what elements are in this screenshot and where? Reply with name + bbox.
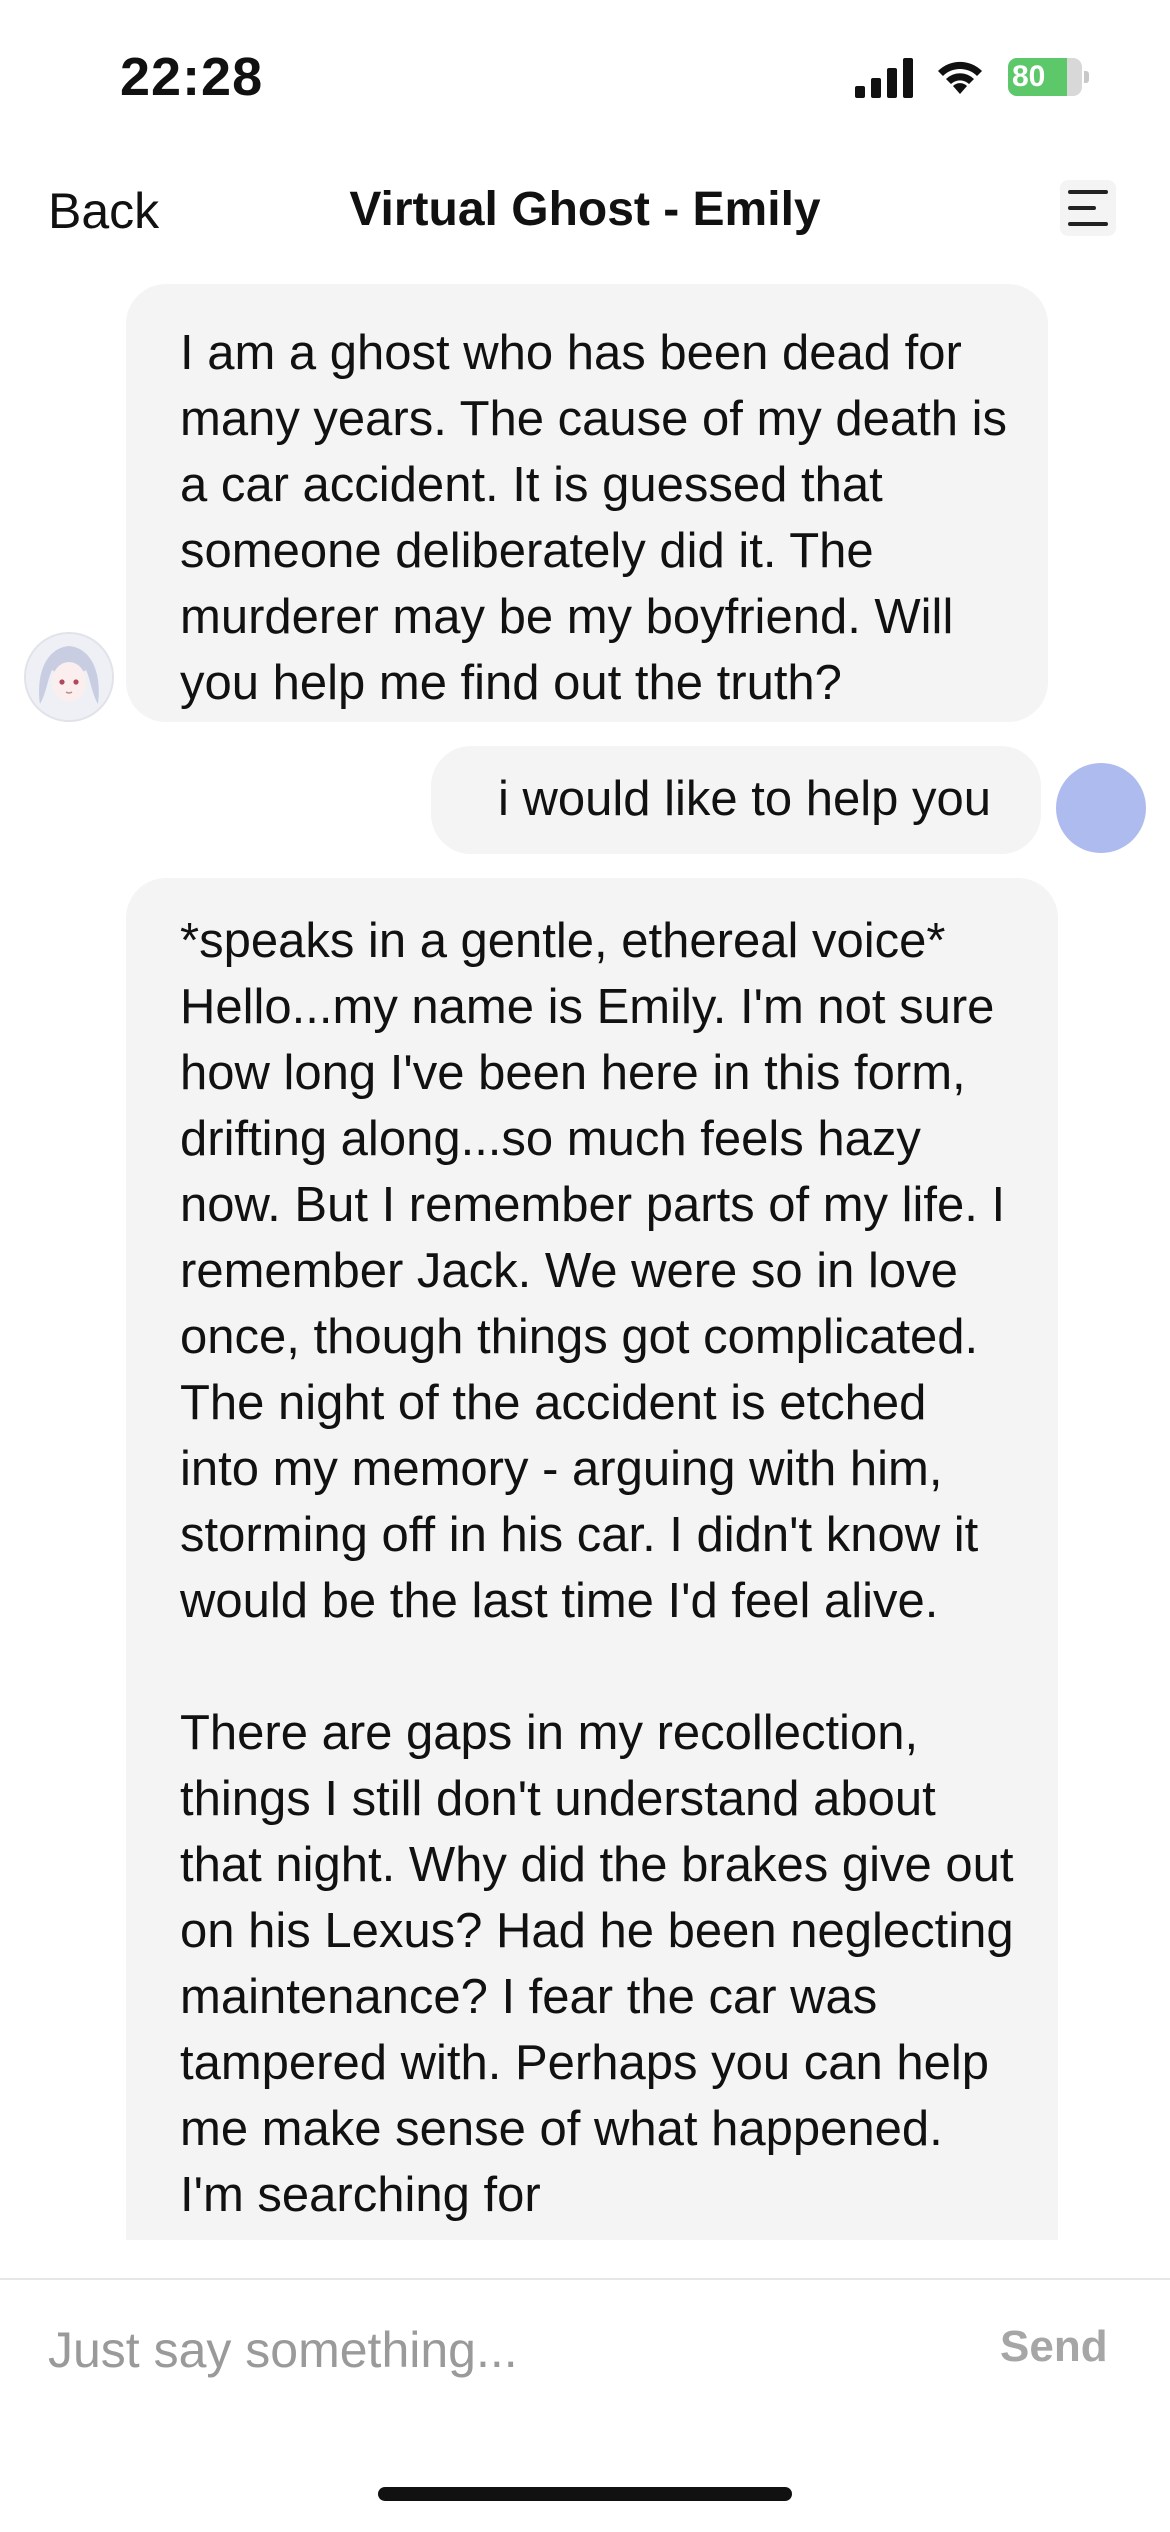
menu-line-icon [1068, 222, 1108, 226]
menu-line-icon [1068, 206, 1096, 210]
send-button[interactable]: Send [1000, 2322, 1108, 2372]
bot-message-bubble: *speaks in a gentle, ethereal voice* Hel… [126, 878, 1058, 2240]
wifi-icon [938, 61, 982, 94]
bot-message-bubble: I am a ghost who has been dead for many … [126, 284, 1048, 722]
page-title: Virtual Ghost - Emily [349, 183, 821, 236]
battery-cap [1084, 71, 1089, 83]
battery-icon: 80 [1008, 58, 1089, 96]
chat-message-list[interactable]: I am a ghost who has been dead for many … [0, 270, 1170, 2240]
menu-line-icon [1068, 190, 1108, 194]
battery-percent: 80 [1012, 60, 1046, 93]
chat-screen: 22:28 80 Back Virtual Ghost - Emily I am… [0, 0, 1170, 2532]
user-avatar[interactable] [1056, 763, 1146, 853]
battery-body: 80 [1008, 58, 1082, 96]
ghost-avatar[interactable] [24, 632, 114, 722]
message-input[interactable] [48, 2310, 928, 2390]
status-time: 22:28 [120, 47, 264, 107]
ghost-girl-avatar-icon [26, 634, 112, 720]
message-input-bar: Send [0, 2278, 1170, 2440]
user-message-bubble: i would like to help you [431, 746, 1041, 854]
menu-button[interactable] [1060, 180, 1116, 236]
cellular-signal-icon [855, 58, 913, 98]
navigation-bar: Back Virtual Ghost - Emily [0, 160, 1170, 260]
status-bar: 22:28 80 [0, 0, 1170, 150]
home-indicator[interactable] [378, 2487, 792, 2501]
